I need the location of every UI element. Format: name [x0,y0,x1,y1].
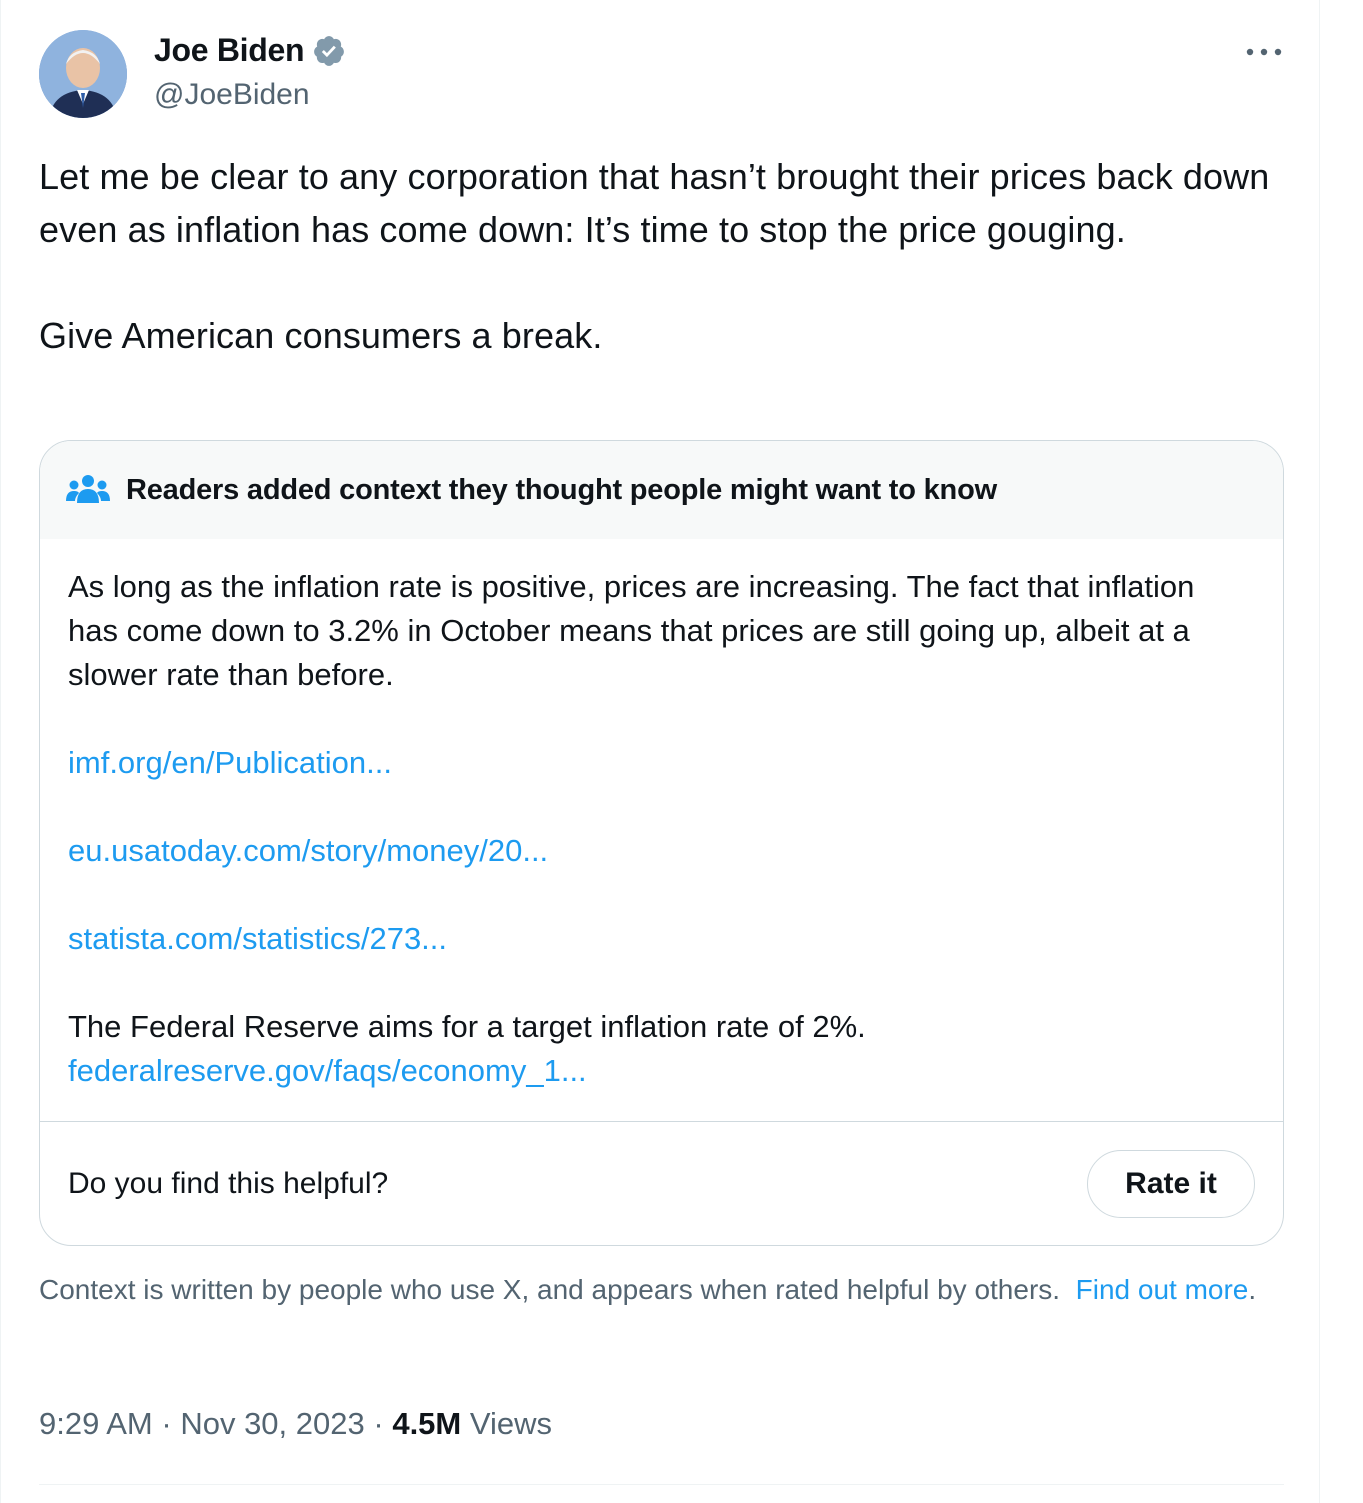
divider [39,1484,1284,1485]
note-link-imf[interactable]: imf.org/en/Publication... [68,741,1248,785]
community-note-title: Readers added context they thought peopl… [126,473,997,506]
views-count: 4.5M [392,1406,462,1441]
avatar[interactable] [39,30,127,118]
tweet-time[interactable]: 9:29 AM [39,1406,153,1441]
rate-it-button[interactable]: Rate it [1087,1150,1255,1218]
community-notes-people-icon [66,475,110,503]
context-disclaimer: Context is written by people who use X, … [39,1272,1269,1308]
community-note-footer: Do you find this helpful? Rate it [40,1121,1283,1245]
note-link-federalreserve[interactable]: federalreserve.gov/faqs/economy_1... [68,1049,1248,1093]
tweet-container: Joe Biden @JoeBiden Let me be clear to a… [0,0,1320,1503]
meta-separator: · [161,1406,172,1441]
author-name-row[interactable]: Joe Biden [154,32,346,69]
note-link-statista[interactable]: statista.com/statistics/273... [68,917,1248,961]
author-handle[interactable]: @JoeBiden [154,78,310,112]
community-note-body: As long as the inflation rate is positiv… [68,565,1248,1093]
avatar-image [39,30,127,118]
more-options-icon[interactable] [1243,40,1285,64]
note-fed-text: The Federal Reserve aims for a target in… [68,1009,866,1044]
helpful-prompt: Do you find this helpful? [68,1167,389,1200]
author-name[interactable]: Joe Biden [154,32,305,69]
meta-separator: · [373,1406,384,1441]
tweet-date[interactable]: Nov 30, 2023 [180,1406,364,1441]
find-out-more-link[interactable]: Find out more [1076,1274,1249,1305]
context-tail: . [1248,1274,1257,1305]
community-note-header: Readers added context they thought peopl… [40,441,1283,539]
context-text: Context is written by people who use X, … [39,1274,1061,1305]
tweet-meta: 9:29 AM · Nov 30, 2023 · 4.5M Views [39,1406,552,1442]
community-note: Readers added context they thought peopl… [39,440,1284,1246]
note-link-usatoday[interactable]: eu.usatoday.com/story/money/20... [68,829,1248,873]
note-paragraph: As long as the inflation rate is positiv… [68,569,1195,692]
views-label: Views [469,1406,553,1441]
verified-badge-icon [314,35,345,66]
tweet-text: Let me be clear to any corporation that … [39,156,1270,356]
